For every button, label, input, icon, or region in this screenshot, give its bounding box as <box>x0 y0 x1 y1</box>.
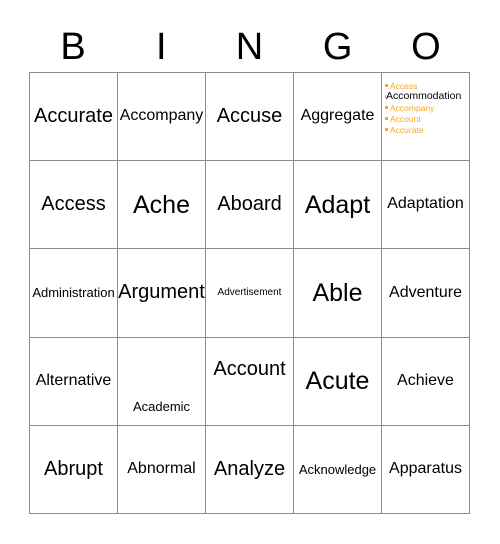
header-letter-o: O <box>411 26 441 68</box>
bingo-cell-label: Aggregate <box>300 107 375 125</box>
bingo-cell-label: Aboard <box>217 193 282 216</box>
bingo-cell-b4[interactable]: Alternative <box>30 337 118 426</box>
bingo-cell-b1[interactable]: Accurate <box>30 73 118 162</box>
header-letter-g: G <box>322 26 353 68</box>
autocomplete-popup[interactable]: Access Accommodation Accompany Account A… <box>385 81 469 136</box>
bingo-cell-label: Abnormal <box>127 459 196 477</box>
bingo-cell-i4[interactable]: Academic <box>118 337 206 426</box>
bingo-cell-o1[interactable]: Access Accommodation Accompany Account A… <box>382 73 470 162</box>
bullet-square-icon <box>385 84 388 88</box>
bingo-card: B I N G O Accurate Accompany Accuse Aggr… <box>0 0 500 544</box>
header-letter-b: B <box>60 26 86 68</box>
bingo-cell-label: Access <box>41 193 106 216</box>
bingo-cell-i5[interactable]: Abnormal <box>118 425 206 514</box>
bingo-cell-n5[interactable]: Analyze <box>206 425 294 514</box>
bingo-cell-o4[interactable]: Achieve <box>382 337 470 426</box>
bingo-cell-n2[interactable]: Aboard <box>206 161 294 250</box>
bingo-cell-label: Accuse <box>216 105 283 128</box>
bingo-cell-label: Adventure <box>389 283 462 301</box>
bingo-cell-g5[interactable]: Acknowledge <box>294 425 382 514</box>
autocomplete-suggestion-item[interactable]: Accurate <box>385 125 469 136</box>
autocomplete-suggestion-label: Account <box>390 114 421 124</box>
bingo-cell-label: Apparatus <box>389 459 462 477</box>
bingo-cell-label: Academic <box>132 399 191 415</box>
autocomplete-suggestion-label: Accompany <box>390 103 435 113</box>
bingo-cell-i1[interactable]: Accompany <box>118 73 206 162</box>
bingo-cell-text-input[interactable]: Accommodation <box>386 90 462 102</box>
bingo-cell-label: Accompany <box>119 107 204 125</box>
bingo-cell-i2[interactable]: Ache <box>118 161 206 250</box>
bingo-cell-label: Abrupt <box>44 457 103 480</box>
bingo-cell-n1[interactable]: Accuse <box>206 73 294 162</box>
bingo-grid: Accurate Accompany Accuse Aggregate Acce… <box>29 72 470 514</box>
autocomplete-suggestion-item[interactable]: Account <box>385 114 469 125</box>
bingo-cell-b3[interactable]: Administration <box>30 249 118 338</box>
bingo-cell-label: Able <box>312 278 363 307</box>
bingo-cell-label: Acknowledge <box>298 461 377 477</box>
bingo-cell-label: Adapt <box>304 190 371 219</box>
bullet-square-icon <box>385 117 388 121</box>
bingo-header-row: B I N G O <box>29 22 470 72</box>
bingo-cell-o3[interactable]: Adventure <box>382 249 470 338</box>
autocomplete-suggestion-item[interactable]: Accompany <box>385 103 469 114</box>
bingo-cell-label: Argument <box>118 281 205 304</box>
bingo-cell-g1[interactable]: Aggregate <box>294 73 382 162</box>
bingo-cell-label: Alternative <box>35 371 112 389</box>
bullet-square-icon <box>385 106 388 110</box>
bingo-cell-label: Adaptation <box>387 195 464 213</box>
bingo-cell-n3[interactable]: Advertisement <box>206 249 294 338</box>
bingo-cell-o5[interactable]: Apparatus <box>382 425 470 514</box>
bullet-square-icon <box>385 128 388 132</box>
header-letter-n: N <box>235 26 264 68</box>
bingo-cell-label: Account <box>213 357 286 380</box>
autocomplete-suggestion-label: Accurate <box>390 125 424 135</box>
bingo-cell-label: Acute <box>305 367 370 396</box>
bingo-cell-b5[interactable]: Abrupt <box>30 425 118 514</box>
bingo-cell-g2[interactable]: Adapt <box>294 161 382 250</box>
bingo-cell-b2[interactable]: Access <box>30 161 118 250</box>
bingo-cell-o2[interactable]: Adaptation <box>382 161 470 250</box>
header-letter-i: I <box>156 26 167 68</box>
bingo-cell-label: Administration <box>32 285 115 301</box>
bingo-cell-g4[interactable]: Acute <box>294 337 382 426</box>
bingo-cell-label: Analyze <box>213 457 286 480</box>
bingo-cell-label: Advertisement <box>217 286 282 298</box>
bingo-cell-i3[interactable]: Argument <box>118 249 206 338</box>
bingo-cell-label: Ache <box>133 190 190 219</box>
bingo-cell-label: Accurate <box>34 105 113 128</box>
bingo-cell-n4[interactable]: Account <box>206 337 294 426</box>
bingo-cell-g3[interactable]: Able <box>294 249 382 338</box>
bingo-cell-label: Achieve <box>397 371 454 389</box>
